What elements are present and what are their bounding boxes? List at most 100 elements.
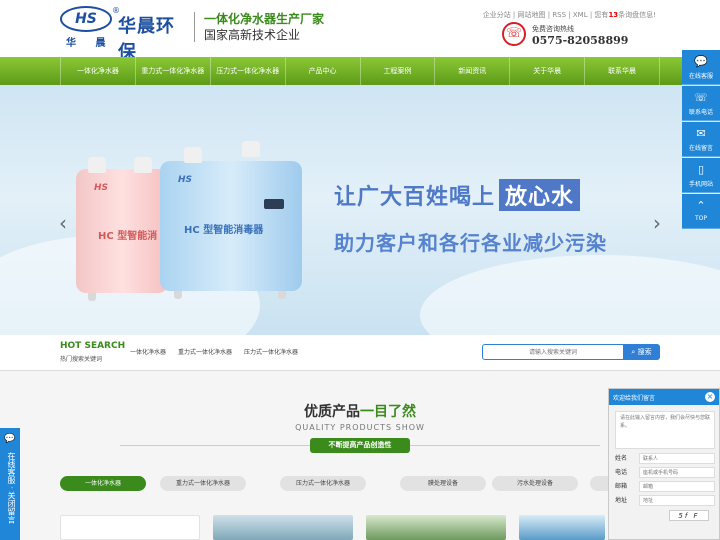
nav-list: 一体化净水器 重力式一体化净水器 压力式一体化净水器 产品中心 工程案例 新闻资… xyxy=(60,57,660,85)
side-btn-top[interactable]: ⌃ TOP xyxy=(682,194,720,229)
product-tabs: 一体化净水器 重力式一体化净水器 压力式一体化净水器 膜处理设备 污水处理设备 … xyxy=(60,476,676,491)
nav-item-gravity-purifier[interactable]: 重力式一体化净水器 xyxy=(134,57,210,85)
logo-subtext: 华 晨 xyxy=(66,38,114,49)
disinfector-blue-image: HS HC 型智能消毒器 xyxy=(160,141,302,299)
phone-field[interactable] xyxy=(639,467,715,478)
message-widget-header: 欢迎给我们留言 × xyxy=(609,389,719,405)
machine-label: HC 型智能消 xyxy=(98,231,158,242)
top-links[interactable]: 企业分站 | 网站地图 | RSS | XML | 您有13条询盘信息! xyxy=(483,10,656,20)
machine-foot xyxy=(278,291,286,299)
side-btn-mobile[interactable]: ▯ 手机网站 xyxy=(682,158,720,193)
nav-item-cases[interactable]: 工程案例 xyxy=(359,57,435,85)
nav-item-about[interactable]: 关于华晨 xyxy=(509,57,584,85)
side-btn-online-service[interactable]: 💬 在线客服 xyxy=(682,50,720,85)
hot-keyword-link[interactable]: 一体化净水器 xyxy=(130,347,166,356)
field-label-address: 地址 xyxy=(615,497,628,504)
nav-item-pressure-purifier[interactable]: 压力式一体化净水器 xyxy=(209,57,285,85)
banner-headline: 让广大百姓喝上 放心水 xyxy=(334,179,581,211)
products-title-text: 优质产品 xyxy=(304,404,360,420)
products-title-highlight: 一目了然 xyxy=(360,404,416,420)
tab-integrated-purifier[interactable]: 一体化净水器 xyxy=(60,476,146,491)
logo-mark: HS xyxy=(60,6,112,32)
hot-keyword-link[interactable]: 压力式一体化净水器 xyxy=(244,347,298,356)
arrow-up-icon: ⌃ xyxy=(696,199,706,212)
message-widget: 欢迎给我们留言 × 姓名 电话 邮箱 地址 5f F xyxy=(608,388,720,540)
slide-prev-arrow-icon[interactable]: ‹ xyxy=(56,211,70,235)
side-btn-label: TOP xyxy=(694,215,707,222)
hotline-label: 免费咨询热线 xyxy=(532,25,574,33)
site-logo[interactable]: HS ® 华 晨 华晨环保 xyxy=(60,6,190,63)
product-card-image[interactable] xyxy=(519,515,605,540)
field-label-name: 姓名 xyxy=(615,455,628,462)
machine-logo: HS xyxy=(94,183,109,193)
side-btn-label: 手机网站 xyxy=(688,181,713,188)
left-float-service-tab[interactable]: 💬 在线客服 · 关闭留言 xyxy=(0,428,20,540)
header-divider xyxy=(194,12,195,42)
slogan-main: 一体化净水器生产厂家 xyxy=(204,12,325,26)
message-textarea[interactable] xyxy=(615,411,715,449)
close-icon[interactable]: × xyxy=(705,392,715,402)
inquiry-count: 13 xyxy=(608,11,619,19)
phone-icon: ☏ xyxy=(694,91,708,104)
phone-icon: ☏ xyxy=(502,22,526,46)
tab-gravity-purifier[interactable]: 重力式一体化净水器 xyxy=(160,476,246,491)
side-toolbar: 💬 在线客服 ☏ 联系电话 ✉ 在线留言 ▯ 手机网站 ⌃ TOP xyxy=(682,50,720,230)
inquiry-suffix: 条询盘信息! xyxy=(618,11,656,19)
message-field-row: 邮箱 xyxy=(615,481,715,492)
hero-banner: ‹ › HS HC 型智能消 HS HC 型智能消毒器 让广大百姓喝上 放心水 助… xyxy=(0,85,720,335)
mobile-icon: ▯ xyxy=(697,163,705,176)
field-label-email: 邮箱 xyxy=(615,483,628,490)
machine-logo: HS xyxy=(178,175,193,185)
message-widget-title: 欢迎给我们留言 xyxy=(613,395,656,402)
side-btn-label: 联系电话 xyxy=(688,109,713,116)
side-btn-phone[interactable]: ☏ 联系电话 xyxy=(682,86,720,121)
slogan-sub: 国家高新技术企业 xyxy=(204,28,301,42)
tab-sewage-equipment[interactable]: 污水处理设备 xyxy=(492,476,578,491)
banner-haze xyxy=(420,255,720,335)
page: HS ® 华 晨 华晨环保 一体化净水器生产厂家 国家高新技术企业 企业分站 |… xyxy=(0,0,720,540)
products-tagline: 不断提高产品创造性 xyxy=(310,438,410,453)
search-button[interactable]: ⌕ 搜索 xyxy=(623,344,660,360)
nav-item-news[interactable]: 新闻资讯 xyxy=(434,57,509,85)
left-float-text: 在线客服 · 关闭留言 xyxy=(7,452,16,524)
machine-knob xyxy=(134,157,152,173)
main-nav: 一体化净水器 重力式一体化净水器 压力式一体化净水器 产品中心 工程案例 新闻资… xyxy=(0,57,720,85)
search-input[interactable] xyxy=(482,344,624,360)
name-field[interactable] xyxy=(639,453,715,464)
product-card-image[interactable] xyxy=(60,515,200,540)
machine-label: HC 型智能消毒器 xyxy=(184,225,264,236)
side-btn-label: 在线留言 xyxy=(688,145,713,152)
message-field-row: 地址 xyxy=(615,495,715,506)
message-icon: ✉ xyxy=(696,127,706,140)
field-label-phone: 电话 xyxy=(615,469,628,476)
nav-item-products[interactable]: 产品中心 xyxy=(284,57,360,85)
tab-membrane-equipment[interactable]: 膜处理设备 xyxy=(400,476,486,491)
banner-subheadline: 助力客户和各行各业减少污染 xyxy=(334,231,607,255)
address-field[interactable] xyxy=(639,495,715,506)
side-btn-message[interactable]: ✉ 在线留言 xyxy=(682,122,720,157)
chat-icon: 💬 xyxy=(694,55,708,68)
hot-search-subtitle: 热门搜索关键词 xyxy=(60,356,103,363)
machine-knob xyxy=(242,141,260,157)
hot-keywords: 一体化净水器 重力式一体化净水器 压力式一体化净水器 xyxy=(130,347,310,356)
email-field[interactable] xyxy=(639,481,715,492)
message-field-row: 姓名 xyxy=(615,453,715,464)
nav-item-integrated-purifier[interactable]: 一体化净水器 xyxy=(60,57,135,85)
slide-next-arrow-icon[interactable]: › xyxy=(650,211,664,235)
hot-search-title: HOT SEARCH xyxy=(60,341,126,351)
captcha-image[interactable]: 5f F xyxy=(669,510,709,521)
site-header: HS ® 华 晨 华晨环保 一体化净水器生产厂家 国家高新技术企业 企业分站 |… xyxy=(0,0,720,63)
product-card-image[interactable] xyxy=(366,515,506,540)
side-btn-label: 在线客服 xyxy=(688,73,713,80)
top-links-text[interactable]: 企业分站 | 网站地图 | RSS | XML | 您有 xyxy=(483,11,609,19)
machine-foot xyxy=(88,293,96,301)
message-field-row: 电话 xyxy=(615,467,715,478)
hot-keyword-link[interactable]: 重力式一体化净水器 xyxy=(178,347,232,356)
machine-knob xyxy=(88,157,106,173)
chat-icon: 💬 xyxy=(4,434,16,444)
product-card-image[interactable] xyxy=(213,515,353,540)
banner-headline-text: 让广大百姓喝上 xyxy=(334,185,496,210)
tab-pressure-purifier[interactable]: 压力式一体化净水器 xyxy=(280,476,366,491)
machine-foot xyxy=(174,291,182,299)
nav-item-contact[interactable]: 联系华晨 xyxy=(584,57,660,85)
